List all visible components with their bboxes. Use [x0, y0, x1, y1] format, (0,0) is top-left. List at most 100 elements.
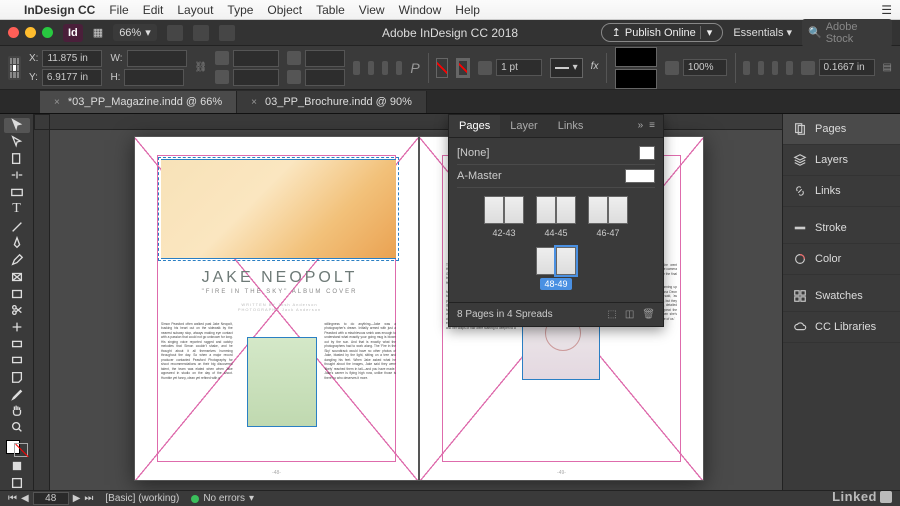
gap-tool[interactable]	[4, 168, 30, 183]
fill-swatch[interactable]	[436, 58, 448, 78]
menu-table[interactable]: Table	[316, 3, 345, 17]
menu-object[interactable]: Object	[267, 3, 302, 17]
inset-field[interactable]	[819, 59, 875, 76]
spread-thumb-44-45[interactable]: 44-45	[534, 196, 578, 239]
dock-links[interactable]: Links	[783, 176, 900, 207]
dock-pages[interactable]: Pages	[783, 114, 900, 145]
wrap-shape-icon[interactable]	[772, 61, 778, 75]
gap-fill[interactable]	[615, 47, 657, 67]
menu-extra-icon[interactable]: ☰	[881, 3, 892, 17]
minimize-window-button[interactable]	[25, 27, 36, 38]
page-left[interactable]: JAKE NEOPOLT "FIRE IN THE SKY" ALBUM COV…	[134, 136, 419, 481]
zoom-tool[interactable]	[4, 420, 30, 435]
menu-window[interactable]: Window	[399, 3, 442, 17]
stroke-style-dropdown[interactable]: ▾	[550, 58, 583, 78]
new-page-icon[interactable]: ◫	[625, 309, 634, 320]
delete-page-icon[interactable]: 🗑	[642, 309, 655, 320]
page-tool[interactable]	[4, 151, 30, 166]
edit-page-size-icon[interactable]: ⬚	[607, 309, 616, 320]
panel-tab-links[interactable]: Links	[548, 115, 594, 137]
horizontal-ruler[interactable]	[50, 114, 782, 130]
wrap-none-icon[interactable]	[743, 61, 749, 75]
preflight-status[interactable]: No errors▾	[191, 493, 254, 504]
spread-thumb-42-43[interactable]: 42-43	[482, 196, 526, 239]
menu-help[interactable]: Help	[455, 3, 480, 17]
spread-thumb-46-47[interactable]: 46-47	[586, 196, 630, 239]
view-options-icon[interactable]	[167, 25, 183, 41]
stroke-weight-field[interactable]	[496, 59, 542, 76]
gap-stroke[interactable]	[615, 69, 657, 89]
panel-menu-icon[interactable]: ≡	[649, 120, 655, 132]
note-tool[interactable]	[4, 370, 30, 385]
master-a-row[interactable]: A-Master	[457, 165, 655, 188]
shear-field[interactable]	[305, 69, 345, 86]
opacity-field[interactable]	[683, 59, 727, 76]
vertical-ruler[interactable]	[34, 114, 50, 490]
collapse-panel-icon[interactable]: »	[638, 120, 644, 132]
menu-edit[interactable]: Edit	[143, 3, 164, 17]
byline[interactable]: WRITTEN BY Josh AndersonPHOTOGRAPHY Jack…	[181, 302, 378, 312]
pen-tool[interactable]	[4, 236, 30, 251]
scale-x-field[interactable]	[233, 50, 279, 67]
type-tool[interactable]: T	[4, 201, 30, 217]
close-window-button[interactable]	[8, 27, 19, 38]
app-menu[interactable]: InDesign CC	[24, 3, 95, 17]
flip-v-icon[interactable]	[396, 61, 402, 75]
spread-thumb-48-49[interactable]: 48-49	[534, 247, 578, 290]
inline-image-frame[interactable]	[247, 337, 317, 427]
y-position-field[interactable]	[42, 69, 102, 86]
wrap-jump-icon[interactable]	[786, 61, 792, 75]
workspace-switcher[interactable]: Essentials▾	[733, 26, 792, 39]
view-mode-icon[interactable]	[4, 475, 30, 490]
dock-color[interactable]: Color	[783, 244, 900, 275]
dock-swatches[interactable]: Swatches	[783, 281, 900, 312]
rotate-field[interactable]	[305, 50, 345, 67]
article-title[interactable]: JAKE NEOPOLT	[181, 269, 378, 287]
menu-file[interactable]: File	[109, 3, 128, 17]
hero-image-frame[interactable]	[161, 159, 396, 259]
master-none-row[interactable]: [None]	[457, 142, 655, 165]
x-position-field[interactable]	[42, 50, 102, 67]
ruler-origin[interactable]	[34, 114, 50, 130]
menu-view[interactable]: View	[359, 3, 385, 17]
eyedropper-tool[interactable]	[4, 386, 30, 401]
bridge-icon[interactable]: ▦	[93, 26, 103, 39]
page-navigator[interactable]: ⏮◀▶⏭	[8, 492, 93, 505]
article-subtitle[interactable]: "FIRE IN THE SKY" ALBUM COVER	[181, 289, 378, 295]
dock-layers[interactable]: Layers	[783, 145, 900, 176]
rectangle-tool[interactable]	[4, 286, 30, 301]
stroke-swatch[interactable]	[456, 58, 470, 78]
close-tab-icon[interactable]: ×	[251, 97, 257, 108]
height-field[interactable]	[124, 69, 184, 86]
constrain-proportions-icon[interactable]: ⛓	[195, 62, 208, 73]
gradient-feather-tool[interactable]	[4, 353, 30, 368]
selection-tool[interactable]	[4, 118, 30, 133]
line-tool[interactable]	[4, 219, 30, 234]
scissors-tool[interactable]	[4, 303, 30, 318]
pencil-tool[interactable]	[4, 253, 30, 268]
document-tab-1[interactable]: ×*03_PP_Magazine.indd @ 66%	[40, 91, 237, 113]
fx-icon[interactable]: fx	[591, 61, 599, 75]
flip-h-icon[interactable]	[382, 61, 388, 75]
stock-search-input[interactable]: 🔍Adobe Stock	[802, 19, 892, 47]
document-tab-2[interactable]: ×03_PP_Brochure.indd @ 90%	[237, 91, 427, 113]
direct-selection-tool[interactable]	[4, 135, 30, 150]
arrange-icon[interactable]	[219, 25, 235, 41]
width-field[interactable]	[127, 50, 187, 67]
content-collector-tool[interactable]	[4, 185, 30, 200]
hand-tool[interactable]	[4, 403, 30, 418]
gradient-swatch-tool[interactable]	[4, 336, 30, 351]
apply-color-icon[interactable]	[4, 459, 30, 474]
control-menu-icon[interactable]: ▤	[883, 62, 892, 73]
rotate-90ccw-icon[interactable]	[353, 61, 359, 75]
fill-stroke-proxy[interactable]	[4, 440, 30, 456]
publish-online-button[interactable]: ↥Publish Online▾	[601, 23, 724, 42]
rotate-90cw-icon[interactable]	[368, 61, 374, 75]
panel-tab-layer[interactable]: Layer	[500, 115, 548, 137]
rectangle-frame-tool[interactable]	[4, 270, 30, 285]
menu-layout[interactable]: Layout	[177, 3, 213, 17]
dock-cc-libraries[interactable]: CC Libraries	[783, 312, 900, 343]
panel-tab-pages[interactable]: Pages	[449, 115, 500, 137]
screen-mode-icon[interactable]	[193, 25, 209, 41]
dock-stroke[interactable]: Stroke	[783, 213, 900, 244]
